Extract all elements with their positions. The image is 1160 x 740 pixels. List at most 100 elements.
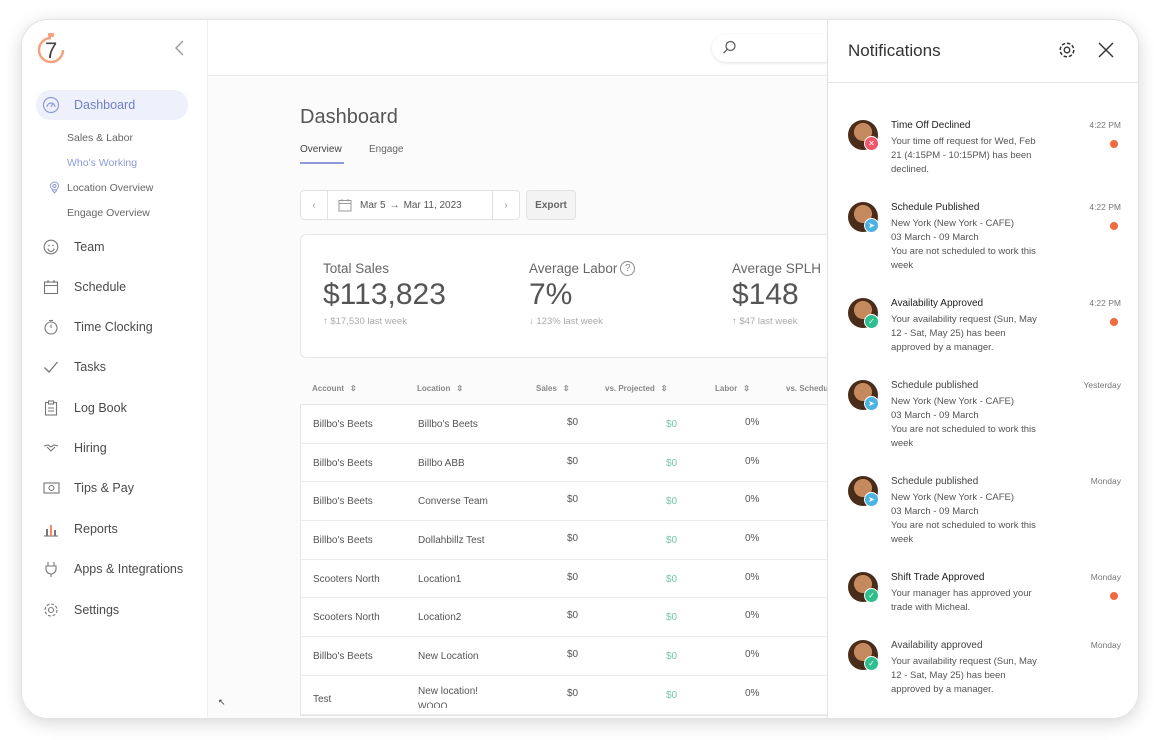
cell-account: Billbo's Beets (313, 419, 373, 430)
cell-account: Scooters North (313, 573, 380, 585)
cell-location: New location! (418, 685, 479, 697)
collapse-sidebar-icon[interactable] (172, 38, 188, 58)
table-row[interactable]: Scooters North Location1 $0 $0 0% (301, 560, 859, 599)
notification-body: New York (New York - CAFE) 03 March - 09… (891, 218, 1036, 271)
header-label: Account (312, 384, 344, 393)
search-icon (722, 40, 737, 60)
column-header-vs-projected[interactable]: vs. Projected ⇳ (605, 384, 668, 393)
sub-item-location-overview[interactable]: Location Overview (50, 181, 153, 194)
active-tab-indicator (300, 162, 344, 164)
help-icon[interactable]: ? (620, 261, 636, 276)
sidebar-item-dashboard[interactable]: Dashboard (36, 90, 188, 120)
sidebar-item-log-book[interactable]: Log Book (36, 393, 188, 423)
money-icon (42, 479, 60, 497)
cell-vs-projected: $0 (666, 419, 678, 430)
header-label: vs. Schedu (786, 384, 829, 393)
cell-account: Billbo's Beets (313, 535, 373, 547)
cell-sales: $0 (567, 417, 579, 428)
sidebar-item-reports[interactable]: Reports (36, 514, 188, 544)
sidebar: 7 Dashboard Sales & Labor Who's Working … (22, 20, 208, 718)
clipboard-icon (42, 399, 60, 417)
tab-engage[interactable]: Engage (369, 144, 403, 155)
metric-average-splh: Average SPLH $148 ↑ $47 last week (732, 261, 821, 327)
sidebar-item-tasks[interactable]: Tasks (36, 352, 188, 382)
next-week-button[interactable]: › (493, 191, 519, 219)
page-title: Dashboard (300, 106, 398, 128)
table-row[interactable]: Test New location! $0 $0 0% WOOO (301, 676, 859, 715)
app-logo[interactable]: 7 (36, 32, 66, 66)
approved-badge-icon: ✓ (864, 656, 879, 671)
table-row[interactable]: Billbo's Beets Converse Team $0 $0 0% (301, 482, 859, 522)
cell-labor: 0% (745, 455, 760, 467)
notification-settings-icon[interactable] (1058, 41, 1076, 59)
cell-account: Test (313, 693, 332, 705)
sidebar-item-tips-pay[interactable]: Tips & Pay (36, 473, 188, 503)
date-range-end: Mar 11, 2023 (403, 199, 462, 211)
header-label: Sales (536, 384, 557, 393)
cell-labor: 0% (745, 649, 760, 661)
column-header-labor[interactable]: Labor ⇳ (715, 384, 750, 393)
send-badge-icon: ➤ (864, 218, 879, 233)
table-row[interactable]: Billbo's Beets Billbo ABB $0 $0 0% (301, 444, 859, 483)
sub-item-engage-overview[interactable]: Engage Overview (67, 207, 150, 219)
calendar-icon (338, 198, 352, 212)
arrow-right-icon: → (389, 199, 400, 211)
sidebar-item-hiring[interactable]: Hiring (36, 433, 188, 463)
cell-labor: 0% (745, 571, 760, 583)
notification-time: Monday (1090, 572, 1121, 582)
notification-time: Yesterday (1083, 380, 1122, 390)
cell-account: Billbo's Beets (313, 496, 373, 508)
prev-week-button[interactable]: ‹ (301, 191, 327, 219)
plug-icon (42, 560, 60, 578)
notification-body: New York (New York - CAFE) 03 March - 09… (891, 396, 1036, 449)
sub-item-whos-working[interactable]: Who's Working (67, 157, 137, 169)
unread-dot (1110, 318, 1118, 326)
tab-overview[interactable]: Overview (300, 144, 342, 155)
sidebar-item-settings[interactable]: Settings (36, 595, 188, 625)
metric-value: $148 (732, 278, 799, 311)
table-row[interactable]: Billbo's Beets Dollahbillz Test $0 $0 0% (301, 521, 859, 560)
column-header-location[interactable]: Location ⇳ (417, 384, 463, 393)
cell-sales: $0 (567, 494, 579, 506)
send-badge-icon: ➤ (864, 492, 879, 507)
sidebar-item-time-clocking[interactable]: Time Clocking (36, 312, 188, 342)
metric-value: 7% (529, 278, 573, 311)
unread-dot (1110, 592, 1118, 600)
metric-change: ↓ 123% last week (529, 316, 603, 327)
metric-label: Average SPLH (732, 261, 822, 276)
cell-account: Billbo's Beets (313, 457, 373, 469)
approved-badge-icon: ✓ (864, 314, 879, 329)
sidebar-item-schedule[interactable]: Schedule (36, 272, 188, 302)
header-label: Location (417, 384, 451, 393)
top-bar (208, 20, 852, 76)
header-label: Labor (715, 384, 738, 393)
notification-title: Availability approved (891, 640, 983, 651)
column-header-vs-scheduled[interactable]: vs. Schedu (786, 384, 828, 393)
cell-location: Converse Team (418, 496, 488, 508)
cell-location: Dollahbillz Test (418, 535, 485, 547)
sidebar-item-label: Settings (74, 603, 120, 617)
close-icon[interactable] (1098, 42, 1114, 58)
sidebar-item-apps-integrations[interactable]: Apps & Integrations (36, 554, 188, 584)
cell-location: Billbo ABB (418, 457, 465, 469)
cell-location: Location2 (418, 612, 462, 624)
table-row[interactable]: Billbo's Beets New Location $0 $0 0% (301, 637, 859, 676)
sidebar-item-label: Team (74, 240, 105, 254)
metrics-card: Total Sales $113,823 ↑ $17,530 last week… (300, 234, 860, 358)
export-button[interactable]: Export (526, 190, 576, 220)
column-header-sales[interactable]: Sales ⇳ (536, 384, 570, 393)
sub-item-sales-labor[interactable]: Sales & Labor (67, 132, 133, 144)
notification-title: Availability Approved (891, 298, 984, 309)
cell-labor: 0% (745, 610, 760, 622)
notification-time: Monday (1090, 640, 1121, 650)
gear-icon (42, 601, 60, 619)
sidebar-item-team[interactable]: Team (36, 232, 188, 262)
sidebar-item-label: Dashboard (74, 98, 136, 112)
table-row[interactable]: Scooters North Location2 $0 $0 0% (301, 598, 859, 638)
cell-labor: 0% (745, 533, 760, 545)
date-range-picker[interactable]: ‹ Mar 5 → Mar 11, 2023 › (300, 190, 520, 220)
table-row[interactable]: Billbo's Beets Billbo's Beets $0 $0 0% (301, 405, 859, 444)
cell-vs-projected: $0 (666, 689, 678, 701)
column-header-account[interactable]: Account ⇳ (312, 384, 357, 393)
notification-title: Shift Trade Approved (891, 572, 985, 583)
